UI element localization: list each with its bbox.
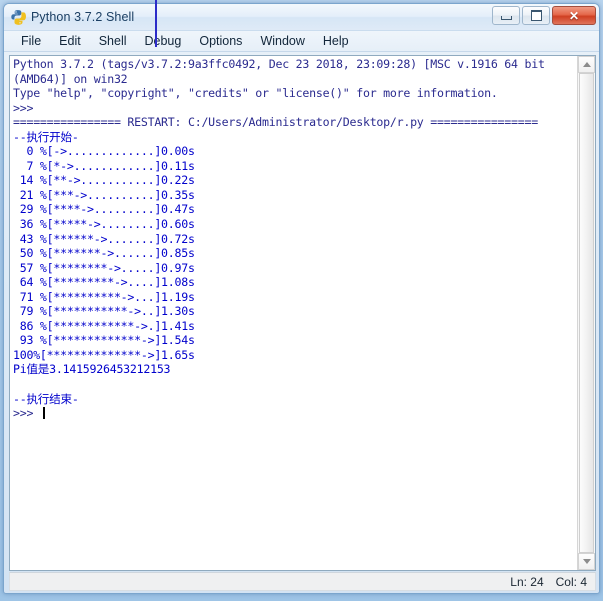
- screen-root: Python 3.7.2 Shell ✕ File Edit Shell Deb…: [0, 0, 603, 601]
- scroll-down-button[interactable]: [578, 553, 595, 570]
- menu-item-file[interactable]: File: [12, 33, 50, 50]
- console-program-output: --执行开始- 0 %[->.............]0.00s 7 %[*-…: [13, 129, 195, 406]
- menu-item-edit[interactable]: Edit: [50, 33, 90, 50]
- minimize-button[interactable]: [492, 6, 520, 25]
- menu-bar: File Edit Shell Debug Options Window Hel…: [4, 31, 599, 52]
- menu-item-options[interactable]: Options: [190, 33, 251, 50]
- vertical-scrollbar[interactable]: [577, 56, 595, 570]
- maximize-button[interactable]: [522, 6, 550, 25]
- scrollbar-thumb[interactable]: [579, 73, 594, 553]
- menu-item-help[interactable]: Help: [314, 33, 358, 50]
- console-restart-line: ================ RESTART: C:/Users/Admin…: [13, 115, 538, 130]
- python-shell-window: Python 3.7.2 Shell ✕ File Edit Shell Deb…: [3, 3, 600, 594]
- maximize-icon: [530, 10, 542, 21]
- scroll-up-button[interactable]: [578, 56, 595, 73]
- status-column-number: Col: 4: [555, 574, 587, 589]
- window-title: Python 3.7.2 Shell: [31, 10, 135, 24]
- shell-text-area[interactable]: Python 3.7.2 (tags/v3.7.2:9a3ffc0492, De…: [10, 56, 577, 570]
- close-button[interactable]: ✕: [552, 6, 596, 25]
- console-output: Python 3.7.2 (tags/v3.7.2:9a3ffc0492, De…: [13, 57, 577, 421]
- status-line-number: Ln: 24: [510, 574, 544, 589]
- chevron-down-icon: [582, 559, 591, 564]
- menu-item-window[interactable]: Window: [251, 33, 313, 50]
- menu-item-debug[interactable]: Debug: [136, 33, 191, 50]
- blue-vertical-line-artifact: [155, 0, 157, 47]
- text-cursor: [42, 407, 45, 420]
- console-banner: Python 3.7.2 (tags/v3.7.2:9a3ffc0492, De…: [13, 57, 545, 115]
- shell-text-area-frame: Python 3.7.2 (tags/v3.7.2:9a3ffc0492, De…: [9, 55, 596, 571]
- window-controls: ✕: [492, 6, 596, 25]
- status-bar: Ln: 24 Col: 4: [9, 572, 596, 591]
- menu-item-shell[interactable]: Shell: [90, 33, 136, 50]
- console-final-prompt: >>>: [13, 406, 40, 421]
- scrollbar-track[interactable]: [578, 73, 595, 553]
- minimize-icon: [500, 16, 512, 20]
- python-logo-icon: [10, 9, 26, 25]
- chevron-up-icon: [582, 62, 591, 67]
- title-bar[interactable]: Python 3.7.2 Shell ✕: [4, 4, 599, 31]
- close-icon: ✕: [568, 8, 580, 23]
